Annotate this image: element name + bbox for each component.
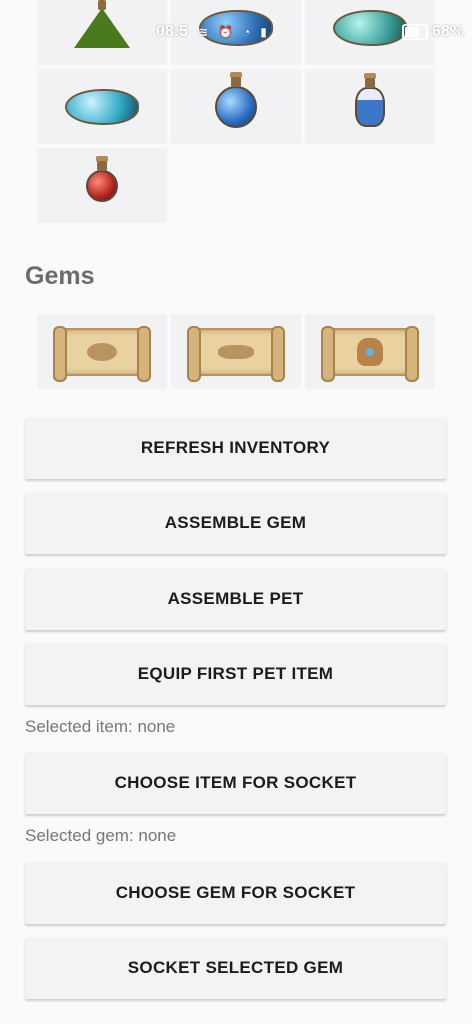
potion-tile[interactable] [171,69,301,144]
assemble-gem-button[interactable]: ASSEMBLE GEM [25,492,446,554]
cyan-potion-icon [65,88,139,125]
gem-tile[interactable] [305,314,435,389]
selected-gem-label: Selected gem: none [25,826,177,845]
gem-tile[interactable] [171,314,301,389]
alarm-icon: ⏰ [218,25,234,39]
gem-tile[interactable] [37,314,167,389]
blue-round-potion-icon [215,71,257,128]
red-potion-icon [86,155,118,202]
network-speed-icon: ≋ [198,25,209,39]
potion-tile[interactable] [37,148,167,223]
choose-item-for-socket-button[interactable]: CHOOSE ITEM FOR SOCKET [25,752,446,814]
choose-gem-for-socket-button[interactable]: CHOOSE GEM FOR SOCKET [25,862,446,924]
gems-grid [37,314,435,389]
equip-first-pet-item-button[interactable]: EQUIP FIRST PET ITEM [25,643,446,705]
scroll-nest-icon [53,325,151,382]
battery-icon [401,24,428,40]
refresh-inventory-button[interactable]: REFRESH INVENTORY [25,417,446,479]
scroll-hand-pointing-icon [187,325,285,382]
battery-indicator: 68% [401,23,464,41]
scroll-hand-gem-icon [321,325,419,382]
socket-selected-gem-button[interactable]: SOCKET SELECTED GEM [25,937,446,999]
potion-tile[interactable] [305,69,435,144]
blue-vial-potion-icon [355,72,385,127]
gems-section-title: Gems [25,262,95,290]
battery-percent: 68% [431,23,464,40]
selected-item-label: Selected item: none [25,717,176,736]
potion-tile[interactable] [37,0,167,65]
potion-tile[interactable] [37,69,167,144]
assemble-pet-button[interactable]: ASSEMBLE PET [25,568,446,630]
wifi-icon: ◔ [243,25,251,39]
status-bar: 08:5 ≋ ⏰ ◔ ▮ 68% [150,18,472,46]
signal-icon: ▮ [260,25,267,39]
status-time: 08:5 [156,23,189,40]
green-potion-icon [74,0,130,48]
